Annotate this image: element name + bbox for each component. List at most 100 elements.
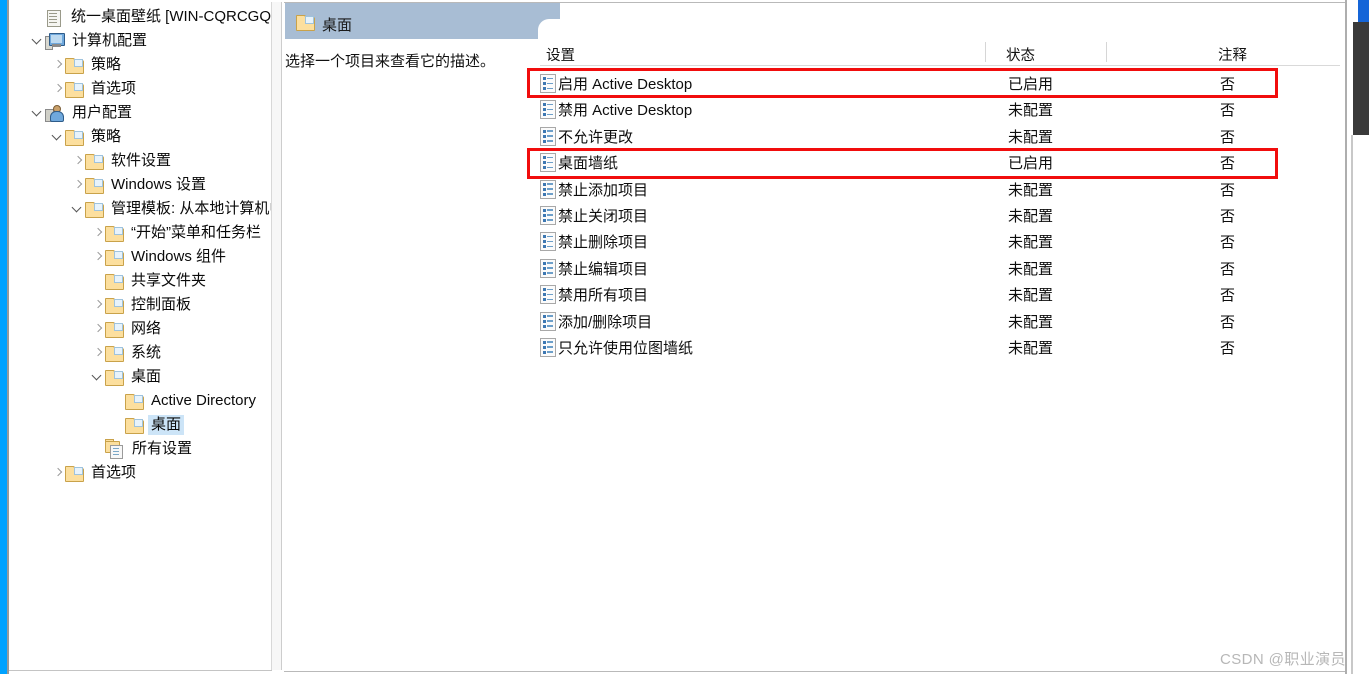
- chevron-right-icon[interactable]: [91, 341, 105, 365]
- settings-table: 设置 状态 注释: [540, 42, 1340, 66]
- folder-icon: [105, 273, 124, 290]
- table-row[interactable]: 不允许更改 未配置 否: [540, 123, 1340, 149]
- console-tree-pane: 统一桌面壁纸 [WIN-CQRCGQOC9计算机配置策略首选项用户配置策略软件设…: [9, 2, 272, 671]
- folder-icon: [105, 369, 124, 386]
- tree-item[interactable]: 软件设置: [71, 149, 174, 173]
- chevron-right-icon[interactable]: [51, 461, 65, 485]
- chevron-placeholder: [91, 437, 105, 461]
- tree-item[interactable]: 计算机配置: [31, 29, 150, 53]
- setting-state: 已启用: [1008, 76, 1054, 93]
- setting-state: 未配置: [1008, 128, 1054, 146]
- tree-item[interactable]: Active Directory: [111, 389, 259, 413]
- chevron-down-icon[interactable]: [51, 125, 65, 149]
- chevron-right-icon[interactable]: [71, 149, 85, 173]
- details-header-tab-curve: [538, 3, 560, 39]
- tree-item-label: 共享文件夹: [131, 272, 207, 289]
- table-row[interactable]: 桌面墙纸 已启用 否: [540, 149, 1340, 175]
- folder-icon: [125, 393, 144, 410]
- table-row[interactable]: 禁止关闭项目 未配置 否: [540, 202, 1340, 228]
- tree-item-label: 桌面: [148, 415, 185, 435]
- tree-vertical-scrollbar[interactable]: [271, 2, 282, 670]
- chevron-right-icon[interactable]: [51, 53, 65, 77]
- desktop-blue-corner: [1358, 0, 1369, 22]
- tree-item[interactable]: 管理模板: 从本地计算机中: [71, 197, 272, 221]
- chevron-right-icon[interactable]: [51, 77, 65, 101]
- table-row[interactable]: 禁止编辑项目 未配置 否: [540, 255, 1340, 281]
- chevron-down-icon[interactable]: [31, 101, 45, 125]
- setting-state: 未配置: [1008, 287, 1054, 305]
- tree-item[interactable]: 首选项: [51, 77, 139, 101]
- table-row[interactable]: 添加/删除项目 未配置 否: [540, 308, 1340, 334]
- column-header-comment[interactable]: 注释: [1218, 44, 1247, 65]
- tree-item[interactable]: 桌面: [111, 413, 185, 437]
- chevron-right-icon[interactable]: [91, 317, 105, 341]
- tree-item-label: 首选项: [91, 80, 137, 97]
- chevron-placeholder: [111, 413, 125, 437]
- column-divider-1[interactable]: [985, 42, 986, 62]
- folder-icon: [105, 345, 124, 362]
- tree-item[interactable]: 策略: [51, 53, 124, 77]
- table-column-headers[interactable]: 设置 状态 注释: [540, 42, 1340, 66]
- table-row[interactable]: 禁用 Active Desktop 未配置 否: [540, 96, 1340, 122]
- tree-item-label: 管理模板: 从本地计算机中: [111, 200, 272, 217]
- all-settings-icon: [105, 439, 124, 459]
- desktop-taskbar-strip: [1353, 22, 1369, 135]
- column-header-setting[interactable]: 设置: [546, 44, 575, 65]
- tree-item[interactable]: 策略: [51, 125, 124, 149]
- setting-state: 未配置: [1008, 181, 1054, 199]
- chevron-right-icon[interactable]: [91, 221, 105, 245]
- chevron-placeholder: [91, 269, 105, 293]
- policy-setting-icon: [540, 126, 556, 146]
- tree-root-title-label: 统一桌面壁纸 [WIN-CQRCGQOC9: [71, 8, 271, 25]
- tree-root-title[interactable]: 统一桌面壁纸 [WIN-CQRCGQOC9: [31, 5, 271, 29]
- policy-setting-icon: [540, 100, 556, 120]
- tree-item[interactable]: 用户配置: [31, 101, 135, 125]
- table-row[interactable]: 只允许使用位图墙纸 未配置 否: [540, 334, 1340, 360]
- tree-item[interactable]: 所有设置: [91, 437, 195, 461]
- chevron-down-icon[interactable]: [71, 197, 85, 221]
- chevron-down-icon[interactable]: [31, 29, 45, 53]
- tree-item[interactable]: Windows 组件: [91, 245, 229, 269]
- folder-icon: [65, 81, 84, 98]
- folder-icon: [65, 57, 84, 74]
- column-header-state[interactable]: 状态: [1006, 44, 1035, 65]
- tree-item[interactable]: 控制面板: [91, 293, 194, 317]
- tree-item[interactable]: 网络: [91, 317, 164, 341]
- table-row[interactable]: 禁止删除项目 未配置 否: [540, 228, 1340, 254]
- policy-setting-icon: [540, 179, 556, 199]
- tree-item[interactable]: 共享文件夹: [91, 269, 209, 293]
- setting-comment: 否: [1220, 155, 1236, 173]
- details-header-title: 桌面: [322, 17, 353, 34]
- chevron-right-icon[interactable]: [71, 173, 85, 197]
- tree-item[interactable]: “开始”菜单和任务栏: [91, 221, 264, 245]
- tree-item-label: 网络: [131, 320, 162, 337]
- setting-comment: 否: [1220, 207, 1236, 225]
- tree-item-label: 所有设置: [132, 440, 193, 457]
- right-outer-surface: [1353, 135, 1369, 674]
- settings-row-list[interactable]: 启用 Active Desktop 已启用否禁用 Active Desktop 未配…: [540, 70, 1340, 360]
- setting-comment: 否: [1220, 234, 1236, 252]
- tree-item-label: 策略: [91, 56, 122, 73]
- folder-icon: [105, 321, 124, 338]
- table-row[interactable]: 禁用所有项目 未配置 否: [540, 281, 1340, 307]
- tree-item[interactable]: 首选项: [51, 461, 139, 485]
- chevron-right-icon[interactable]: [91, 293, 105, 317]
- column-divider-2[interactable]: [1106, 42, 1107, 62]
- policy-setting-icon: [540, 337, 556, 357]
- setting-comment: 否: [1220, 102, 1236, 120]
- tree-item[interactable]: 系统: [91, 341, 164, 365]
- tree-item[interactable]: Windows 设置: [71, 173, 209, 197]
- table-row[interactable]: 启用 Active Desktop 已启用 否: [540, 70, 1340, 96]
- policy-setting-icon: [540, 153, 556, 173]
- chevron-down-icon[interactable]: [91, 365, 105, 389]
- chevron-right-icon[interactable]: [91, 245, 105, 269]
- setting-comment: 否: [1220, 181, 1236, 199]
- setting-description-text: 选择一个项目来查看它的描述。: [285, 53, 496, 70]
- setting-comment: 否: [1220, 287, 1236, 305]
- policy-setting-icon: [540, 258, 556, 278]
- table-row[interactable]: 禁止添加项目 未配置 否: [540, 176, 1340, 202]
- policy-setting-icon: [540, 205, 556, 225]
- tree-item-label: 系统: [131, 344, 162, 361]
- tree-item[interactable]: 桌面: [91, 365, 164, 389]
- setting-name: 添加/删除项目: [558, 313, 653, 331]
